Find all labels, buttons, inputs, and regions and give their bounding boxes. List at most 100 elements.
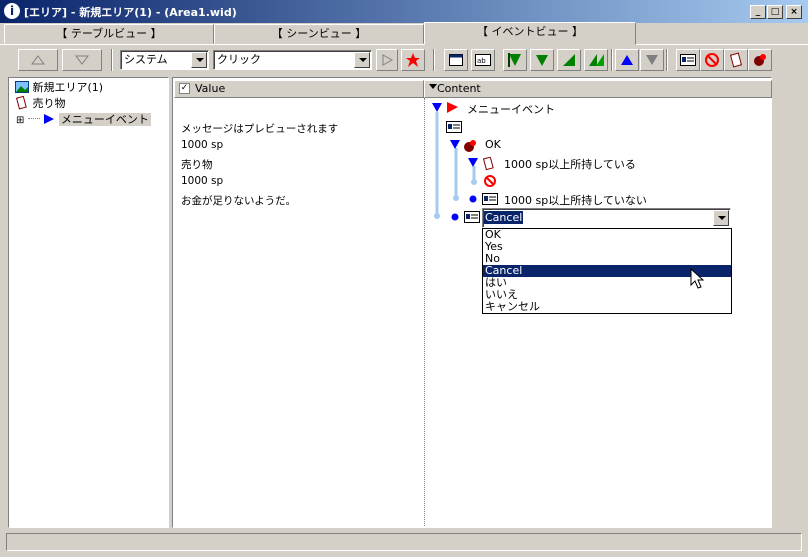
toolbar-separator [111, 49, 113, 71]
value-row[interactable]: 1000 sp [181, 139, 223, 151]
minimize-button[interactable]: _ [750, 5, 766, 19]
star-icon [406, 53, 420, 67]
mouse-cursor-icon [690, 268, 704, 289]
tree-connector [27, 118, 40, 119]
branch-flag-button[interactable] [503, 49, 527, 71]
move-node-down-button[interactable] [640, 49, 664, 71]
message-icon [469, 193, 498, 205]
category-select[interactable]: システム [120, 50, 209, 70]
tree-item-card[interactable]: 売り物 [15, 95, 66, 112]
move-down-button[interactable] [62, 49, 102, 71]
new-event-button[interactable] [401, 49, 425, 71]
green-triangle-down-icon [536, 55, 548, 66]
move-node-up-button[interactable] [615, 49, 639, 71]
up-triangle-icon [31, 55, 45, 65]
card-icon [729, 52, 743, 68]
not-has-sp-node[interactable] [468, 193, 500, 208]
value-row[interactable]: お金が足りないようだ。 [181, 193, 296, 208]
value-row[interactable]: 売り物 [181, 157, 213, 172]
green-corner-icon [563, 54, 575, 66]
tree-item-menu-event[interactable]: ⊞ メニューイベント [16, 112, 151, 128]
menu-event-node[interactable] [432, 102, 464, 117]
sort-down-icon[interactable] [429, 84, 437, 89]
card-icon [468, 156, 494, 171]
svg-text:ab: ab [477, 57, 486, 65]
cancel-node[interactable] [450, 211, 482, 226]
message-icon [446, 121, 462, 133]
category-select-value: システム [124, 53, 168, 66]
value-header-label: Value [195, 82, 226, 95]
green-corner-button[interactable] [557, 49, 581, 71]
move-up-button[interactable] [18, 49, 58, 71]
message-button[interactable] [676, 49, 700, 71]
no-entry-icon [484, 175, 496, 187]
value-column-header[interactable]: ✓ Value [174, 80, 424, 98]
tree-item-label: 売り物 [32, 97, 66, 110]
dropdown-option[interactable]: Yes [483, 241, 731, 253]
green-double-button[interactable] [584, 49, 608, 71]
tree-item-label: メニューイベント [58, 113, 151, 126]
has-sp-label[interactable]: 1000 sp以上所持している [504, 156, 636, 172]
blue-up-triangle-icon [621, 55, 633, 65]
area-icon [15, 81, 29, 93]
run-button[interactable] [376, 49, 398, 71]
ok-branch-label[interactable]: OK [485, 138, 501, 151]
checkbox-icon[interactable]: ✓ [179, 83, 190, 94]
close-button[interactable]: × [786, 5, 802, 19]
message-node[interactable] [446, 121, 462, 136]
maximize-button[interactable]: □ [767, 5, 783, 19]
tab-event-view[interactable]: 【 イベントビュー 】 [424, 22, 636, 45]
toolbar-separator [611, 49, 613, 71]
expand-icon[interactable]: ⊞ [16, 115, 24, 126]
content-column-header[interactable]: Content [424, 80, 772, 98]
message-icon [680, 54, 696, 66]
tab-scene-view[interactable]: 【 シーンビュー 】 [214, 24, 424, 44]
effect-icon [754, 54, 766, 66]
forbid-node[interactable] [483, 174, 497, 191]
tab-divider [0, 44, 808, 45]
gray-down-triangle-icon [646, 55, 658, 65]
toolbar-separator [433, 49, 435, 71]
choice-select[interactable]: Cancel [482, 208, 731, 228]
not-has-sp-label[interactable]: 1000 sp以上所持していない [504, 192, 647, 208]
green-down-button[interactable] [530, 49, 554, 71]
play-icon [44, 114, 55, 124]
window-icon [449, 54, 463, 66]
chevron-down-icon[interactable] [713, 210, 729, 226]
text-box-icon: ab [475, 54, 491, 66]
dropdown-option[interactable]: OK [483, 229, 731, 241]
abc-button[interactable]: ab [471, 49, 495, 71]
toolbar-separator [666, 49, 668, 71]
branch-down-icon [432, 102, 458, 113]
menu-event-label[interactable]: メニューイベント [467, 101, 555, 117]
window-button[interactable] [444, 49, 468, 71]
card-icon [15, 95, 27, 110]
down-triangle-icon [75, 55, 89, 65]
forbid-button[interactable] [700, 49, 724, 71]
tab-table-view[interactable]: 【 テーブルビュー 】 [4, 24, 214, 44]
tree-panel[interactable] [8, 77, 169, 528]
chevron-down-icon[interactable] [191, 52, 207, 68]
value-row[interactable]: メッセージはプレビューされます [181, 121, 338, 136]
ok-branch-node[interactable] [450, 139, 482, 156]
branch-down-icon [450, 140, 476, 152]
card-button[interactable] [724, 49, 748, 71]
app-icon[interactable]: i [4, 3, 20, 19]
tree-item-label: 新規エリア(1) [32, 81, 104, 94]
tree-item-area[interactable]: 新規エリア(1) [15, 80, 103, 96]
effect-button[interactable] [748, 49, 772, 71]
window-title: [エリア] - 新規エリア(1) - (Area1.wid) [24, 6, 237, 19]
has-sp-node[interactable] [468, 156, 498, 174]
chevron-down-icon[interactable] [354, 52, 370, 68]
message-icon [451, 211, 480, 223]
no-entry-icon [705, 53, 719, 67]
dropdown-option[interactable]: キャンセル [483, 301, 731, 313]
choice-select-value: Cancel [484, 211, 524, 224]
status-bar [6, 533, 802, 551]
value-row[interactable]: 1000 sp [181, 175, 223, 187]
action-select[interactable]: クリック [213, 50, 372, 70]
action-select-value: クリック [217, 53, 261, 66]
green-flag-icon [508, 53, 521, 67]
play-outline-icon [382, 54, 393, 66]
green-double-corner-icon [589, 54, 604, 66]
